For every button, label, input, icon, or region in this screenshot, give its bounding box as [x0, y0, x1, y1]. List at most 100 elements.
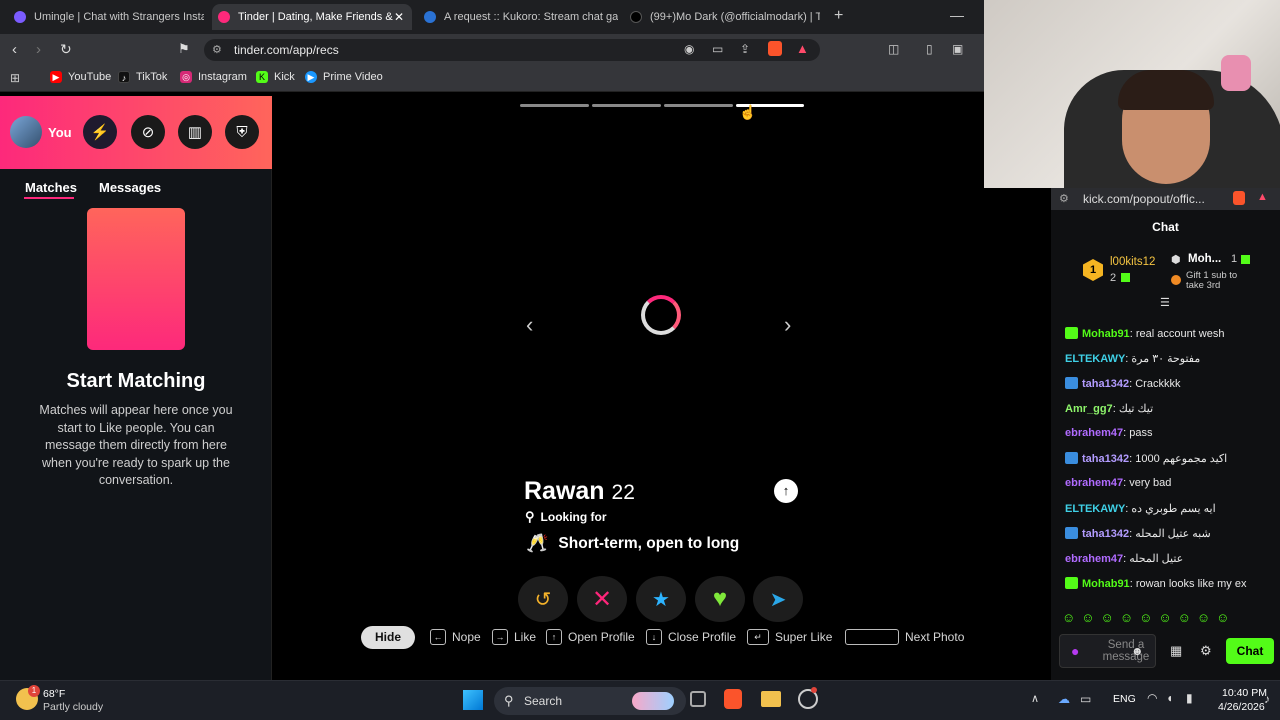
site-info-icon[interactable]: ⚙	[1059, 192, 1069, 205]
rewind-button[interactable]: ↺	[518, 576, 568, 622]
weather-notification-badge: 1	[28, 685, 40, 697]
site-info-icon[interactable]: ⚙	[212, 43, 222, 56]
nope-button[interactable]: ✕	[577, 576, 627, 622]
user-badge-icon	[1065, 577, 1078, 589]
close-tab-icon[interactable]: ✕	[394, 10, 404, 24]
microphone-icon[interactable]: ●	[1071, 643, 1079, 659]
next-photo-icon[interactable]: ›	[784, 312, 791, 338]
new-tab-icon[interactable]: +	[834, 7, 843, 25]
chat-username[interactable]: ELTEKAWY	[1065, 353, 1125, 365]
sidebar-toggle-icon[interactable]: ▯	[926, 42, 933, 56]
windows-start-icon[interactable]	[463, 690, 483, 710]
show-hidden-icons-icon[interactable]: ∧	[1031, 692, 1039, 705]
brave-browser-icon[interactable]	[724, 689, 742, 709]
bookmark-kick[interactable]: K Kick	[256, 71, 295, 83]
hide-hints-button[interactable]: Hide	[361, 626, 415, 649]
tab-messages[interactable]: Messages	[99, 180, 161, 195]
bookmark-tiktok[interactable]: ♪ TikTok	[118, 71, 167, 83]
leaderboard-count-1: 2	[1110, 272, 1117, 284]
explore-button[interactable]: ⊘	[131, 115, 165, 149]
safety-button[interactable]: ⛨	[225, 115, 259, 149]
profile-you-label[interactable]: You	[48, 125, 72, 140]
briefcase-icon: ▥	[187, 124, 203, 141]
start-matching-title: Start Matching	[66, 370, 206, 392]
left-arrow-key-icon: ←	[430, 629, 446, 645]
wifi-icon[interactable]: ◠	[1147, 691, 1157, 705]
onedrive-icon[interactable]: ☁	[1058, 692, 1070, 706]
boost-button[interactable]: ⚡	[83, 115, 117, 149]
wallet-icon[interactable]: ▣	[952, 42, 963, 56]
chat-username[interactable]: taha1342	[1082, 378, 1129, 390]
leaderboard-user-1[interactable]: l00kits12	[1110, 256, 1155, 268]
chat-username[interactable]: ebrahem47	[1065, 477, 1123, 489]
forward-icon[interactable]: ›	[36, 41, 41, 58]
prev-photo-icon[interactable]: ‹	[526, 312, 533, 338]
volume-icon[interactable]: ◖	[1166, 691, 1173, 705]
share-icon[interactable]: ⇪	[740, 42, 750, 56]
location-icon[interactable]: ◉	[684, 42, 694, 56]
cast-icon[interactable]: ▭	[712, 42, 723, 56]
open-profile-button[interactable]: ↑	[774, 479, 798, 503]
emote-bar[interactable]: ☺☺☺☺☺☺☺☺☺	[1062, 610, 1235, 625]
chat-url[interactable]: kick.com/popout/offic...	[1083, 192, 1205, 206]
brave-shield-icon[interactable]	[768, 41, 782, 56]
bookmark-instagram[interactable]: ◎ Instagram	[180, 71, 247, 83]
url-field[interactable]: tinder.com/app/recs	[204, 39, 820, 61]
clock-date[interactable]: 4/26/2026	[1218, 701, 1265, 713]
chat-message: taha1342: شبه عتيل المحله	[1065, 527, 1211, 540]
brave-rewards-icon[interactable]: ▲	[1257, 191, 1268, 203]
send-chat-button[interactable]: Chat	[1226, 638, 1274, 664]
gift-sub-cta[interactable]: Gift 1 sub to take 3rd	[1186, 271, 1246, 291]
umingle-icon	[14, 11, 26, 23]
chat-title: Chat	[1152, 220, 1179, 234]
tab-matches[interactable]: Matches	[25, 180, 77, 195]
clock-time[interactable]: 10:40 PM	[1222, 687, 1267, 699]
settings-gear-icon[interactable]: ⚙	[1200, 643, 1212, 659]
tab-tiktok[interactable]: (99+)Mo Dark (@officialmodark) | Ti	[624, 4, 820, 30]
bookmark-youtube[interactable]: ▶ YouTube	[50, 71, 111, 83]
work-mode-button[interactable]: ▥	[178, 115, 212, 149]
battery-icon[interactable]: ▭	[1080, 692, 1091, 706]
notifications-bell-icon[interactable]: ♪	[1264, 692, 1270, 706]
emote-picker-icon[interactable]: ☻	[1131, 644, 1144, 658]
chat-username[interactable]: Mohab91	[1082, 328, 1130, 340]
task-view-icon[interactable]	[690, 691, 706, 707]
reload-icon[interactable]: ↻	[60, 41, 72, 58]
store-icon[interactable]: ▦	[1170, 643, 1182, 659]
chat-username[interactable]: ELTEKAWY	[1065, 503, 1125, 515]
chat-username[interactable]: ebrahem47	[1065, 553, 1123, 565]
taskbar-search[interactable]: ⚲ Search	[494, 687, 686, 715]
apps-grid-icon[interactable]: ⊞	[10, 71, 20, 85]
tab-tinder[interactable]: Tinder | Dating, Make Friends & ✕	[212, 4, 412, 30]
language-indicator[interactable]: ENG	[1113, 693, 1136, 705]
bookmark-label: Prime Video	[323, 71, 383, 83]
tiktok-icon: ♪	[118, 71, 130, 83]
avatar[interactable]	[10, 116, 42, 148]
chat-username[interactable]: taha1342	[1082, 528, 1129, 540]
screenshot-icon[interactable]: ◫	[888, 42, 899, 56]
chat-username[interactable]: ebrahem47	[1065, 427, 1123, 439]
chat-username[interactable]: Amr_gg7	[1065, 403, 1113, 415]
user-badge-icon	[1065, 327, 1078, 339]
bookmark-icon[interactable]: ⚑	[178, 41, 190, 57]
minimize-icon[interactable]: —	[950, 7, 964, 23]
hint-close-profile: ↓ Close Profile	[646, 629, 736, 645]
user-badge-icon	[1065, 527, 1078, 539]
bookmark-prime-video[interactable]: ▶ Prime Video	[305, 71, 383, 83]
tab-kukoro[interactable]: A request :: Kukoro: Stream chat gam	[418, 4, 618, 30]
super-like-button[interactable]: ★	[636, 576, 686, 622]
brave-shield-icon[interactable]	[1233, 191, 1245, 205]
boost-message-button[interactable]: ➤	[753, 576, 803, 622]
like-button[interactable]: ♥	[695, 576, 745, 622]
leaderboard-user-2[interactable]: Moh...	[1188, 253, 1221, 265]
chat-username[interactable]: taha1342	[1082, 453, 1129, 465]
hint-label: Next Photo	[905, 630, 965, 644]
brave-rewards-icon[interactable]: ▲	[796, 41, 809, 56]
tab-umingle[interactable]: Umingle | Chat with Strangers Instant	[8, 4, 204, 30]
notification-dot	[811, 687, 817, 693]
file-explorer-icon[interactable]	[761, 691, 781, 707]
back-icon[interactable]: ‹	[12, 41, 17, 58]
chat-username[interactable]: Mohab91	[1082, 578, 1130, 590]
collapse-leaderboard-icon[interactable]: ☰	[1160, 296, 1170, 309]
battery-status-icon[interactable]: ▮	[1186, 691, 1193, 705]
